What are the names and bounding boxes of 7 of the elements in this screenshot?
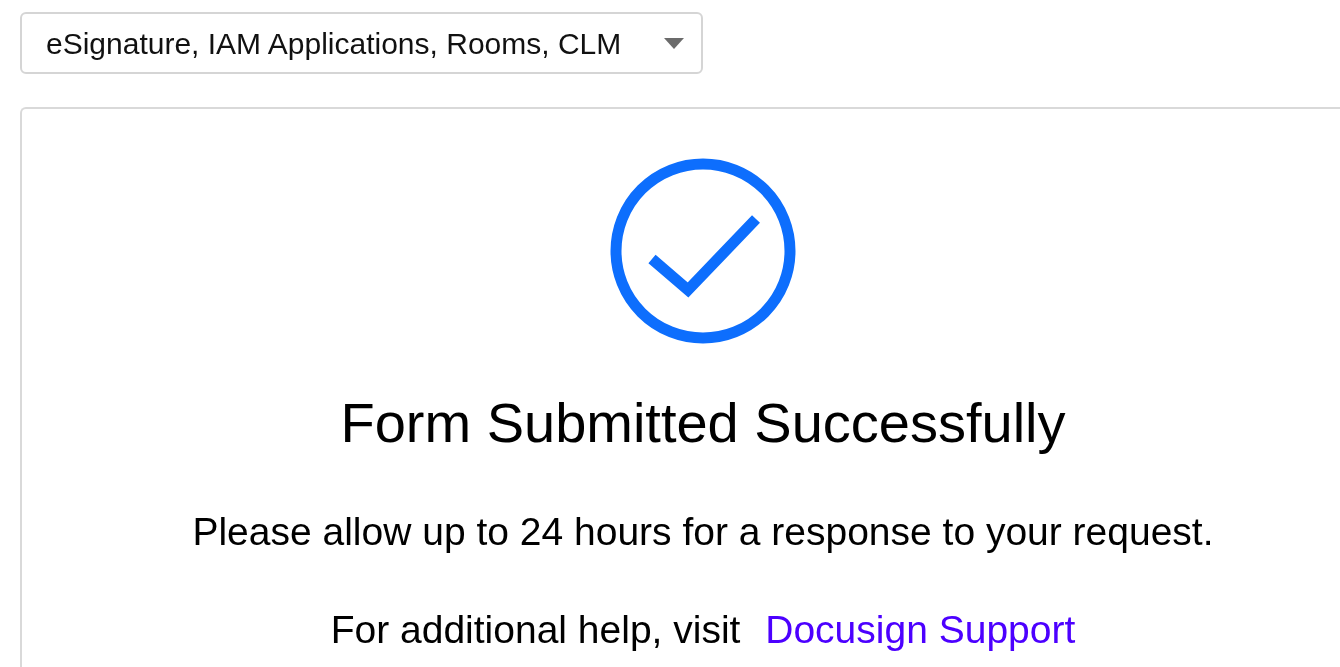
confirmation-message: Please allow up to 24 hours for a response to your request.: [192, 509, 1214, 556]
help-text: For additional help, visit Docusign Support: [330, 607, 1076, 653]
support-link[interactable]: Docusign Support: [765, 608, 1076, 651]
check-circle-icon: [610, 158, 796, 344]
caret-icon: [664, 37, 684, 49]
product-select[interactable]: eSignature, IAM Applications, Rooms, CLM: [20, 12, 703, 74]
confirmation-title: Form Submitted Successfully: [340, 390, 1066, 456]
